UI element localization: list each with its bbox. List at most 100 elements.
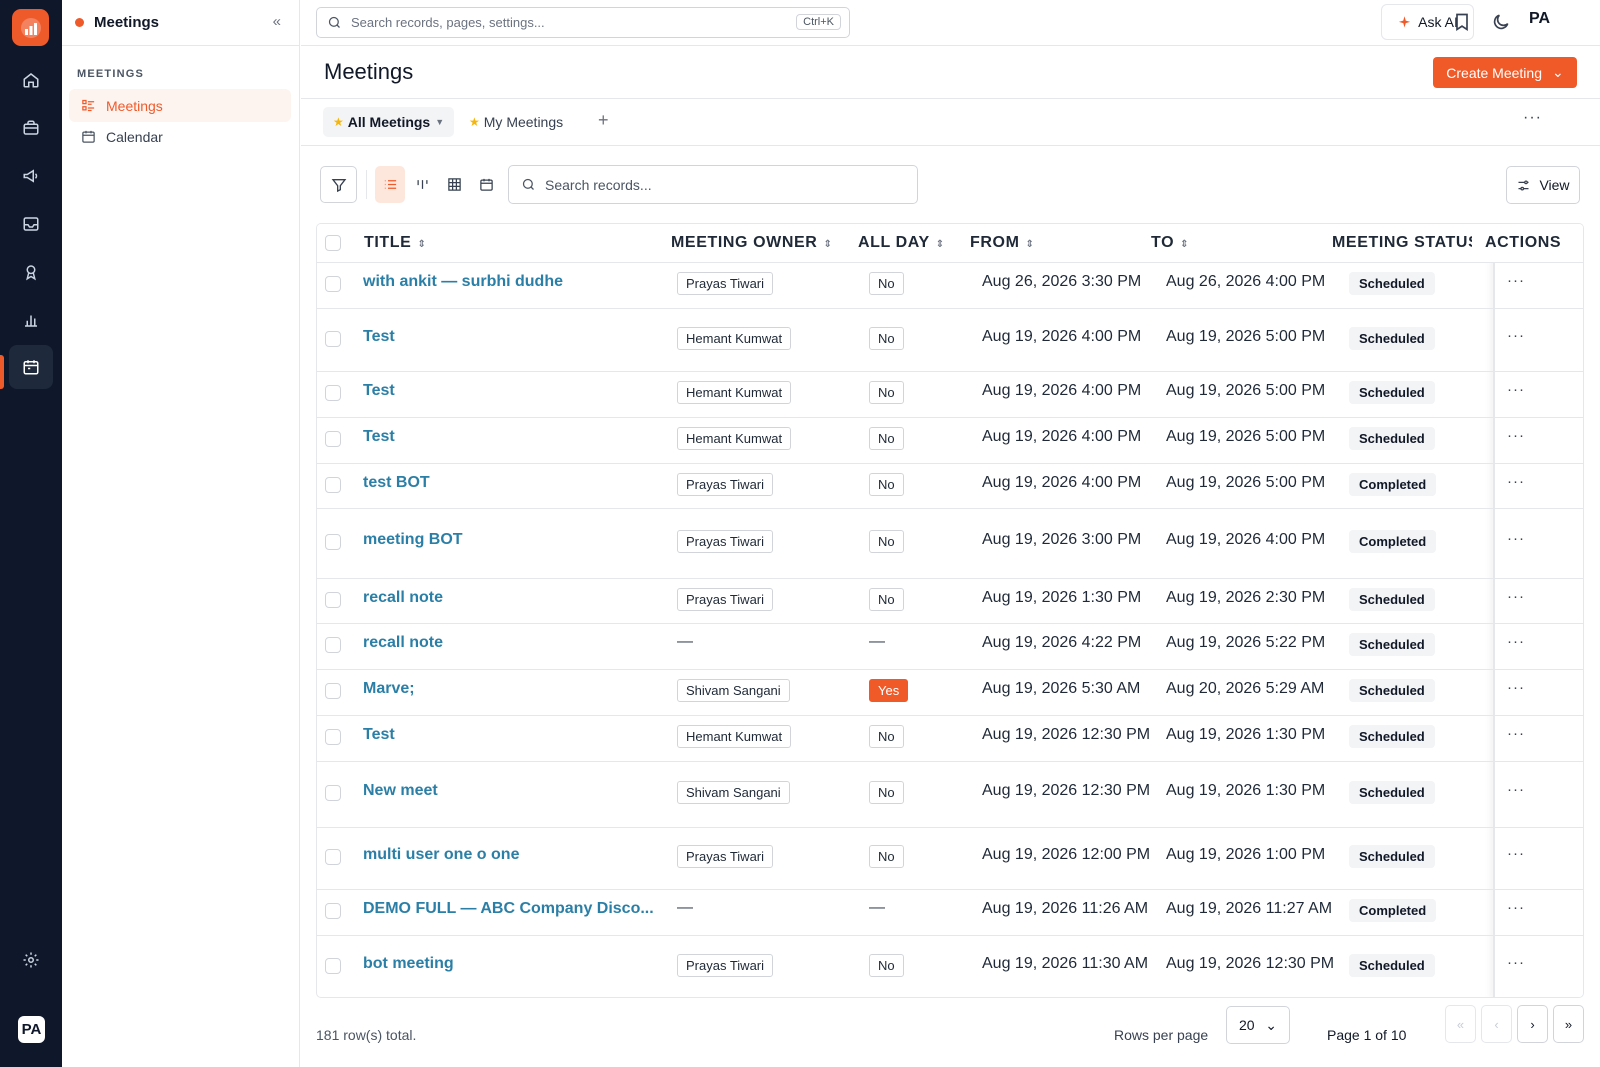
table-row[interactable]: Test Hemant Kumwat No Aug 19, 2026 4:00 PM A…: [317, 418, 1583, 464]
row-actions-button[interactable]: ···: [1507, 588, 1525, 605]
meeting-title-link[interactable]: with ankit — surbhi dudhe: [363, 273, 563, 291]
settings-icon[interactable]: [9, 938, 53, 982]
table-row[interactable]: multi user one o one Prayas Tiwari No Aug 1…: [317, 828, 1583, 890]
row-actions-button[interactable]: ···: [1507, 327, 1525, 344]
meeting-title-link[interactable]: Test: [363, 382, 395, 400]
row-actions-button[interactable]: ···: [1507, 473, 1525, 490]
user-avatar[interactable]: PA: [1529, 10, 1550, 28]
meeting-title-link[interactable]: Test: [363, 726, 395, 744]
sidebar-item-calendar[interactable]: Calendar: [69, 120, 291, 153]
row-checkbox[interactable]: [325, 729, 341, 745]
row-checkbox[interactable]: [325, 637, 341, 653]
meeting-owner: Hemant Kumwat: [677, 427, 792, 450]
row-checkbox[interactable]: [325, 431, 341, 447]
row-checkbox[interactable]: [325, 276, 341, 292]
home-icon[interactable]: [9, 58, 53, 102]
user-avatar[interactable]: PA: [18, 1016, 45, 1043]
meeting-title-link[interactable]: multi user one o one: [363, 846, 519, 864]
tab-my-meetings[interactable]: ★ My Meetings: [459, 107, 573, 137]
row-checkbox[interactable]: [325, 592, 341, 608]
table-row[interactable]: bot meeting Prayas Tiwari No Aug 19, 2026 1…: [317, 936, 1583, 997]
table-row[interactable]: New meet Shivam Sangani No Aug 19, 2026 12:…: [317, 762, 1583, 828]
header-status[interactable]: MEETING STATUS: [1332, 234, 1472, 252]
header-all-day[interactable]: ALL DAY ⇕: [858, 234, 945, 252]
row-actions-button[interactable]: ···: [1507, 781, 1525, 798]
row-checkbox[interactable]: [325, 385, 341, 401]
row-actions-button[interactable]: ···: [1507, 954, 1525, 971]
meeting-title-link[interactable]: DEMO FULL — ABC Company Disco...: [363, 900, 654, 918]
header-from[interactable]: FROM ⇕: [970, 234, 1035, 252]
megaphone-icon[interactable]: [9, 154, 53, 198]
row-checkbox[interactable]: [325, 849, 341, 865]
table-row[interactable]: meeting BOT Prayas Tiwari No Aug 19, 2026 3…: [317, 509, 1583, 579]
prev-page-button[interactable]: ‹: [1481, 1005, 1512, 1043]
record-search-input[interactable]: [545, 176, 917, 193]
add-tab-icon[interactable]: +: [598, 110, 609, 131]
row-checkbox[interactable]: [325, 958, 341, 974]
app-logo-icon[interactable]: [12, 9, 49, 46]
table-row[interactable]: recall note — — Aug 19, 2026 4:22 PM Aug 19,…: [317, 624, 1583, 670]
meeting-title-link[interactable]: recall note: [363, 589, 443, 607]
select-all-checkbox[interactable]: [325, 235, 341, 251]
meeting-title-link[interactable]: Marve;: [363, 680, 415, 698]
award-icon[interactable]: [9, 250, 53, 294]
tab-all-meetings[interactable]: ★ All Meetings ▼: [323, 107, 455, 137]
meeting-title-link[interactable]: meeting BOT: [363, 531, 463, 549]
global-search-input[interactable]: [351, 15, 849, 30]
row-actions-button[interactable]: ···: [1507, 845, 1525, 862]
more-icon[interactable]: ···: [1523, 109, 1542, 127]
bar-chart-icon[interactable]: [9, 298, 53, 342]
table-row[interactable]: test BOT Prayas Tiwari No Aug 19, 2026 4:00…: [317, 464, 1583, 509]
header-to[interactable]: TO ⇕: [1151, 234, 1189, 252]
table-row[interactable]: Test Hemant Kumwat No Aug 19, 2026 4:00 PM A…: [317, 309, 1583, 372]
meeting-title-link[interactable]: Test: [363, 328, 395, 346]
meeting-title-link[interactable]: Test: [363, 428, 395, 446]
header-owner[interactable]: MEETING OWNER ⇕: [671, 234, 832, 252]
bookmark-icon[interactable]: [1452, 12, 1472, 32]
table-row[interactable]: with ankit — surbhi dudhe Prayas Tiwari No…: [317, 263, 1583, 309]
row-actions-button[interactable]: ···: [1507, 679, 1525, 696]
meeting-title-link[interactable]: test BOT: [363, 474, 430, 492]
kanban-view-button[interactable]: [407, 166, 437, 203]
row-actions-button[interactable]: ···: [1507, 530, 1525, 547]
row-actions-button[interactable]: ···: [1507, 427, 1525, 444]
row-actions-button[interactable]: ···: [1507, 272, 1525, 289]
row-checkbox[interactable]: [325, 903, 341, 919]
calendar-view-button[interactable]: [471, 166, 501, 203]
rows-per-page-select[interactable]: 20 ⌄: [1226, 1006, 1290, 1044]
row-actions-button[interactable]: ···: [1507, 725, 1525, 742]
row-checkbox[interactable]: [325, 534, 341, 550]
row-checkbox[interactable]: [325, 683, 341, 699]
briefcase-icon[interactable]: [9, 106, 53, 150]
row-actions-button[interactable]: ···: [1507, 381, 1525, 398]
row-checkbox[interactable]: [325, 785, 341, 801]
meeting-title-link[interactable]: recall note: [363, 634, 443, 652]
table-row[interactable]: DEMO FULL — ABC Company Disco... — — Aug 19…: [317, 890, 1583, 936]
moon-icon[interactable]: [1491, 12, 1511, 32]
row-actions-button[interactable]: ···: [1507, 899, 1525, 916]
record-search[interactable]: [508, 165, 918, 204]
collapse-sidebar-icon[interactable]: «: [273, 13, 281, 30]
inbox-icon[interactable]: [9, 202, 53, 246]
filter-button[interactable]: [320, 166, 357, 203]
table-row[interactable]: recall note Prayas Tiwari No Aug 19, 2026 1…: [317, 579, 1583, 624]
last-page-button[interactable]: »: [1553, 1005, 1584, 1043]
table-row[interactable]: Test Hemant Kumwat No Aug 19, 2026 12:30 PM…: [317, 716, 1583, 762]
global-search[interactable]: Ctrl+K: [316, 7, 850, 38]
next-page-button[interactable]: ›: [1517, 1005, 1548, 1043]
view-options-button[interactable]: View: [1506, 166, 1580, 204]
meeting-title-link[interactable]: bot meeting: [363, 955, 454, 973]
row-actions-button[interactable]: ···: [1507, 633, 1525, 650]
first-page-button[interactable]: «: [1445, 1005, 1476, 1043]
create-meeting-button[interactable]: Create Meeting ⌄: [1433, 57, 1577, 88]
grid-view-button[interactable]: [439, 166, 469, 203]
table-row[interactable]: Marve; Shivam Sangani Yes Aug 19, 2026 5:30…: [317, 670, 1583, 716]
list-view-button[interactable]: [375, 166, 405, 203]
meeting-title-link[interactable]: New meet: [363, 782, 438, 800]
table-row[interactable]: Test Hemant Kumwat No Aug 19, 2026 4:00 PM A…: [317, 372, 1583, 418]
row-checkbox[interactable]: [325, 477, 341, 493]
sidebar-item-meetings[interactable]: Meetings: [69, 89, 291, 122]
header-title[interactable]: TITLE ⇕: [364, 234, 426, 252]
row-checkbox[interactable]: [325, 331, 341, 347]
calendar-icon[interactable]: [9, 345, 53, 389]
